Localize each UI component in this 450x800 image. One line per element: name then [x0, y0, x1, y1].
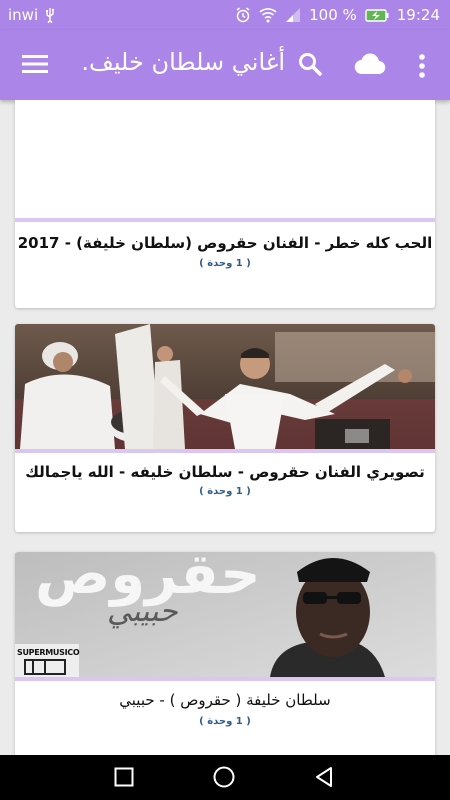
video-title: سلطان خليفة ( حقروص ) - حبيبي [119, 691, 331, 709]
menu-icon[interactable] [22, 54, 48, 78]
page-title: أغاني سلطان خليف. [81, 48, 285, 76]
battery-icon [365, 8, 389, 22]
search-icon[interactable] [298, 52, 322, 80]
video-meta: ( 1 وحدة ) [199, 258, 251, 269]
clock: 19:24 [396, 6, 440, 24]
alarm-icon [236, 7, 250, 23]
carrier-name: inwi [8, 6, 39, 24]
wifi-icon [259, 8, 277, 23]
logo-text: SUPERMUSICO [17, 648, 80, 657]
status-left: inwi [8, 6, 56, 24]
home-icon[interactable] [213, 766, 235, 792]
video-title: الحب كله خطر - الفنان حقروص (سلطان خليفة… [17, 234, 433, 252]
status-bar: inwi 100 % 19:24 [0, 0, 450, 30]
video-thumbnail [15, 100, 435, 218]
navigation-bar [0, 755, 450, 800]
cloud-icon[interactable] [354, 52, 386, 80]
video-title: تصويري الفنان حقروص - سلطان خليفه - الله… [25, 463, 425, 481]
app-bar: أغاني سلطان خليف. [0, 30, 450, 100]
card-accent-line [15, 449, 435, 453]
video-thumbnail [15, 324, 435, 449]
thumbnail-subtitle-text: حبيبي [107, 594, 178, 629]
usb-icon [46, 8, 55, 23]
more-vert-icon[interactable] [418, 54, 426, 82]
video-meta: ( 1 وحدة ) [199, 486, 251, 497]
video-list: الحب كله خطر - الفنان حقروص (سلطان خليفة… [0, 100, 450, 755]
video-card[interactable]: الحب كله خطر - الفنان حقروص (سلطان خليفة… [15, 100, 435, 308]
video-meta: ( 1 وحدة ) [199, 716, 251, 727]
card-accent-line [15, 218, 435, 222]
battery-level: 100 % [309, 6, 357, 24]
video-card[interactable]: تصويري الفنان حقروص - سلطان خليفه - الله… [15, 324, 435, 532]
card-accent-line [15, 677, 435, 681]
status-right: 100 % 19:24 [235, 6, 440, 24]
video-card[interactable]: حقروص حبيبي SUPERMUSICO سلطان خليفة ( حق… [15, 552, 435, 755]
signal-icon [286, 8, 301, 22]
back-icon[interactable] [314, 766, 334, 792]
video-thumbnail: حقروص حبيبي SUPERMUSICO [15, 552, 435, 677]
recents-icon[interactable] [114, 767, 134, 791]
